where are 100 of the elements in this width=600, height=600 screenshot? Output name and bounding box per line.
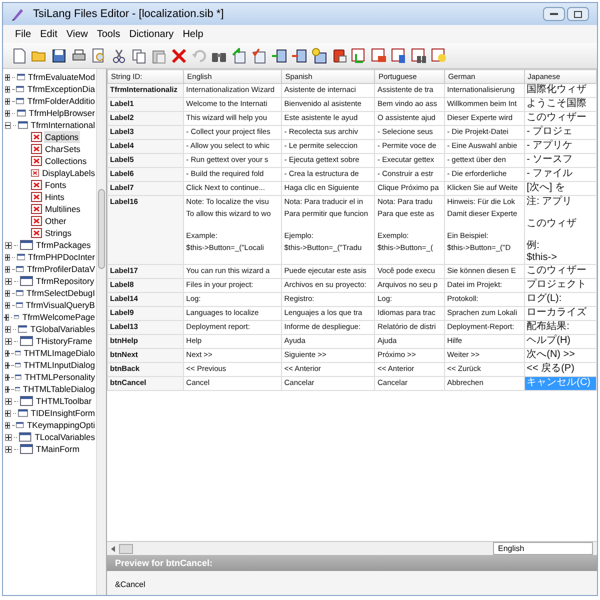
tree-item[interactable]: TfrmEvaluateMod (26, 70, 96, 84)
list-add-icon[interactable] (271, 48, 287, 64)
tree-item[interactable]: TfrmWelcomePage (21, 310, 96, 324)
translation-cell-background[interactable]: 注: アプリ このウィザ 例: $this-> (524, 196, 596, 264)
translation-cell[interactable]: 配布結果: (524, 320, 596, 334)
expand-toggle[interactable] (5, 86, 10, 92)
translation-cell[interactable]: このウィザー (524, 112, 596, 126)
print-icon[interactable] (71, 48, 87, 64)
menu-item[interactable]: Edit (40, 26, 58, 42)
expand-toggle[interactable] (5, 242, 12, 248)
expand-toggle[interactable] (5, 74, 10, 80)
translation-cell[interactable]: - ソースフ (524, 154, 596, 168)
menu-item[interactable]: File (15, 26, 32, 42)
expand-toggle[interactable] (5, 338, 12, 344)
translation-cell[interactable]: - プロジェ (524, 126, 596, 140)
expand-toggle[interactable] (5, 422, 10, 428)
tree-item[interactable]: CharSets (44, 142, 82, 156)
tree-item[interactable]: THistoryFrame (35, 334, 94, 348)
expand-toggle[interactable] (5, 350, 10, 356)
minimize-button[interactable] (543, 7, 565, 21)
tree-item[interactable]: TKeymappingOpti (26, 418, 96, 432)
language-dropdown[interactable]: English (493, 542, 593, 555)
export-icon[interactable] (251, 48, 267, 64)
tree-item[interactable]: Other (44, 214, 68, 228)
cut-icon[interactable] (111, 48, 127, 64)
expand-toggle[interactable] (5, 434, 12, 440)
translation-cell[interactable]: ログ(L): (524, 292, 596, 306)
translation-cell[interactable]: [次へ] を (524, 182, 596, 196)
translation-cell[interactable]: このウィザー (524, 264, 596, 278)
tree-item[interactable]: THTMLImageDialo (22, 346, 96, 360)
translation-cell[interactable]: - アプリケ (524, 140, 596, 154)
translation-cell[interactable]: ローカライズ (524, 306, 596, 320)
translation-cell[interactable]: ようこそ国際 (524, 98, 596, 112)
translation-cell[interactable]: - ファイル (524, 168, 596, 182)
paste-icon[interactable] (151, 48, 167, 64)
tree-item[interactable]: TfrmVisualQueryB (24, 298, 96, 312)
tree-item[interactable]: THTMLPersonality (24, 370, 96, 384)
expand-toggle[interactable] (5, 266, 10, 272)
maximize-button[interactable] (567, 7, 589, 21)
expand-toggle[interactable] (5, 110, 10, 116)
tree-item[interactable]: TfrmRepository (35, 274, 96, 288)
tree-item[interactable]: TGlobalVariables (29, 322, 96, 336)
menu-item[interactable]: Dictionary (129, 26, 174, 42)
translation-cell[interactable]: ヘルプ(H) (524, 334, 596, 348)
delete-icon[interactable] (171, 48, 187, 64)
tree-item[interactable]: Captions (44, 130, 80, 144)
tree-item[interactable]: TfrmPHPDocInter (26, 250, 96, 264)
menu-item[interactable]: Help (182, 26, 204, 42)
form-bulb-icon[interactable] (431, 48, 447, 64)
expand-toggle[interactable] (5, 446, 12, 452)
translation-cell[interactable]: 国際化ウィザ (524, 84, 596, 98)
translation-cell[interactable]: 次へ(N) >> (524, 348, 596, 362)
form-binoculars-icon[interactable] (411, 48, 427, 64)
tree-item[interactable]: TfrmPackages (35, 238, 92, 252)
tree-item[interactable]: TfrmFolderAdditio (26, 94, 96, 108)
translation-cell[interactable]: << 戻る(P) (524, 362, 596, 376)
tree-item[interactable]: TLocalVariables (34, 430, 96, 444)
form-bar-icon[interactable] (391, 48, 407, 64)
tree-item[interactable]: TIDEInsightForm (30, 406, 96, 420)
expand-toggle[interactable] (5, 98, 10, 104)
expand-toggle[interactable] (5, 374, 10, 380)
tree-item[interactable]: Collections (44, 154, 88, 168)
expand-toggle[interactable] (5, 398, 12, 404)
translation-cell[interactable]: プロジェクト (524, 278, 596, 292)
dictionary-icon[interactable] (331, 48, 347, 64)
expand-toggle[interactable] (5, 362, 10, 368)
expand-toggle[interactable] (5, 302, 10, 308)
menu-item[interactable]: Tools (96, 26, 120, 42)
tree-item[interactable]: TfrmExceptionDia (26, 82, 96, 96)
tree-item[interactable]: TfrmInternational (30, 118, 96, 132)
tree-item[interactable]: Strings (44, 226, 72, 240)
collapse-toggle[interactable] (5, 122, 11, 128)
tree-item[interactable]: TfrmHelpBrowser (28, 106, 96, 120)
expand-toggle[interactable] (5, 290, 10, 296)
tree-item[interactable]: Hints (44, 190, 66, 204)
list-remove-icon[interactable] (291, 48, 307, 64)
tree-item[interactable]: TfrmSelectDebugI (26, 286, 96, 300)
print-preview-icon[interactable] (91, 48, 107, 64)
expand-toggle[interactable] (5, 278, 12, 284)
copy-icon[interactable] (131, 48, 147, 64)
tree-item[interactable]: DisplayLabels (41, 166, 96, 180)
tree-item[interactable]: TfrmProfilerDataV (26, 262, 96, 276)
tree-item[interactable]: TMainForm (35, 442, 80, 456)
expand-toggle[interactable] (5, 386, 10, 392)
tree-item[interactable]: Fonts (44, 178, 68, 192)
new-document-icon[interactable] (11, 48, 27, 64)
list-note-icon[interactable] (311, 48, 327, 64)
form-list-icon[interactable] (371, 48, 387, 64)
import-icon[interactable] (231, 48, 247, 64)
save-icon[interactable] (51, 48, 67, 64)
expand-toggle[interactable] (5, 314, 9, 320)
expand-toggle[interactable] (5, 410, 11, 416)
expand-toggle[interactable] (5, 326, 11, 332)
scrollbar[interactable] (96, 69, 106, 595)
tree-item[interactable]: Multilines (44, 202, 82, 216)
expand-toggle[interactable] (5, 254, 10, 260)
tree-item[interactable]: THTMLInputDialog (22, 358, 96, 372)
menu-item[interactable]: View (66, 26, 88, 42)
tree-item[interactable]: THTMLToolbar (35, 394, 93, 408)
tree-item[interactable]: THTMLTableDialog (22, 382, 96, 396)
